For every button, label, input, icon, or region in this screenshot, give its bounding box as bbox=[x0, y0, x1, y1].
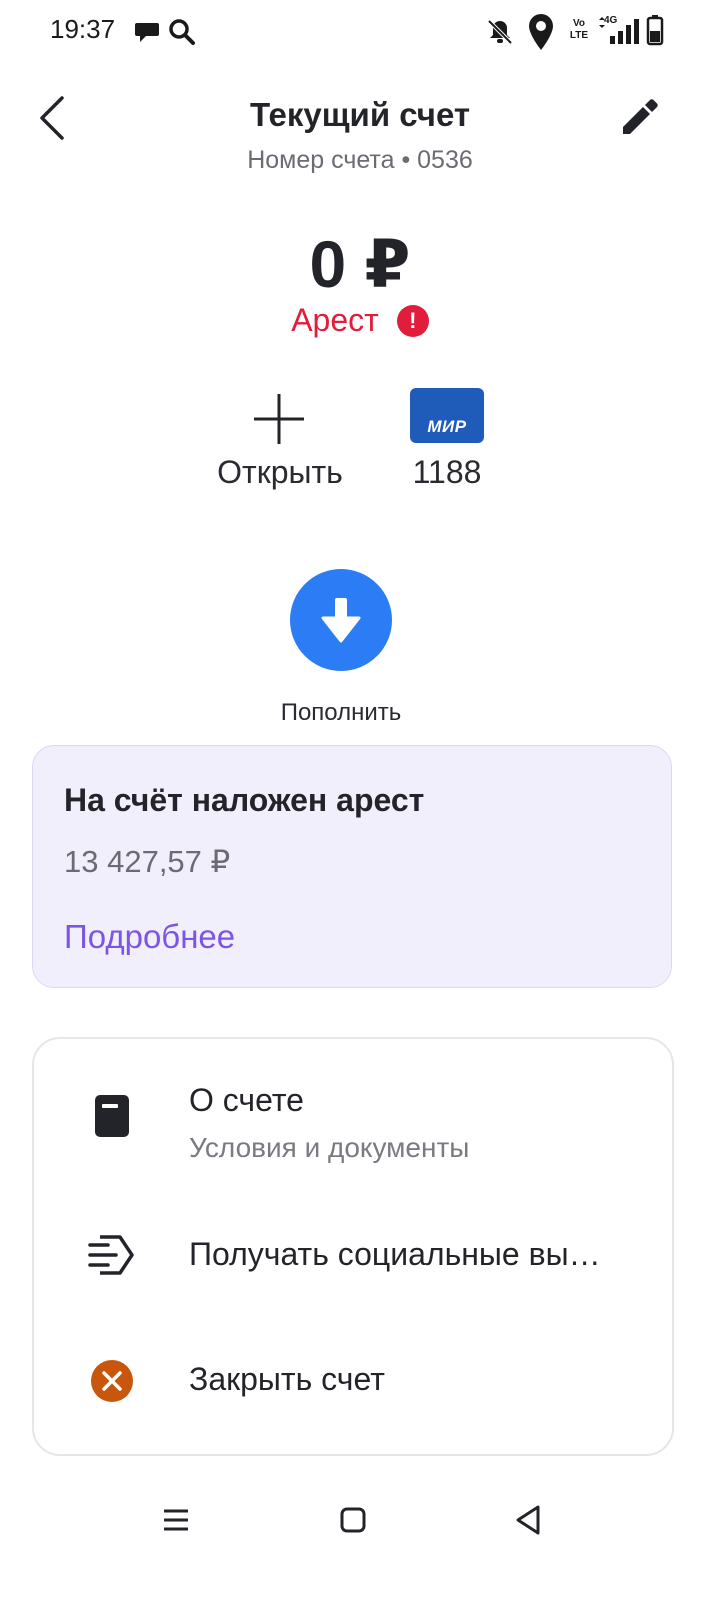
topup-label: Пополнить bbox=[280, 699, 402, 726]
mir-card-icon[interactable]: МИР bbox=[410, 388, 484, 443]
menu-item-label: Закрыть счет bbox=[189, 1361, 385, 1397]
recents-icon[interactable] bbox=[162, 1503, 190, 1537]
status-time: 19:37 bbox=[50, 14, 116, 44]
account-menu: О счете Условия и документы Получать соц… bbox=[32, 1037, 674, 1456]
volte-icon: Vo LTE bbox=[568, 18, 590, 42]
page-title: Текущий счет bbox=[249, 96, 471, 133]
menu-item-label: О счете bbox=[189, 1082, 304, 1118]
plus-icon bbox=[254, 394, 304, 444]
balance-amount: 0 ₽ bbox=[309, 227, 411, 301]
location-icon bbox=[529, 14, 553, 50]
edit-icon[interactable] bbox=[620, 97, 660, 137]
alert-amount: 13 427,57 ₽ bbox=[64, 844, 231, 879]
arrest-status-label: Арест bbox=[291, 302, 379, 338]
menu-item-sublabel: Условия и документы bbox=[189, 1132, 470, 1163]
mute-icon bbox=[487, 19, 513, 45]
topup-button[interactable] bbox=[290, 569, 392, 671]
arrow-down-icon bbox=[321, 598, 361, 643]
mir-card-brand: МИР bbox=[427, 417, 467, 436]
arrest-alert-card: На счёт наложен арест 13 427,57 ₽ Подроб… bbox=[32, 745, 672, 988]
warning-icon: ! bbox=[396, 304, 429, 337]
account-number: Номер счета • 0536 bbox=[247, 146, 473, 174]
search-icon bbox=[169, 19, 195, 45]
volte-top-text: Vo bbox=[572, 18, 586, 29]
document-icon bbox=[95, 1095, 129, 1137]
alert-title: На счёт наложен арест bbox=[64, 782, 425, 818]
card-number: 1188 bbox=[412, 454, 482, 490]
arrest-status[interactable]: Арест ! bbox=[0, 302, 720, 339]
menu-item-label: Получать социальные вы… bbox=[189, 1236, 601, 1272]
home-icon[interactable] bbox=[340, 1503, 366, 1537]
open-card-label: Открыть bbox=[217, 454, 343, 490]
chat-icon bbox=[135, 23, 159, 42]
signal-icon bbox=[599, 17, 639, 44]
social-payments-icon bbox=[88, 1235, 134, 1275]
back-nav-icon[interactable] bbox=[514, 1503, 542, 1537]
battery-icon bbox=[646, 15, 664, 46]
close-circle-icon bbox=[91, 1360, 133, 1402]
open-card-button[interactable]: Открыть bbox=[200, 390, 360, 500]
details-link[interactable]: Подробнее bbox=[64, 918, 235, 956]
volte-bottom-text: LTE bbox=[569, 30, 589, 41]
